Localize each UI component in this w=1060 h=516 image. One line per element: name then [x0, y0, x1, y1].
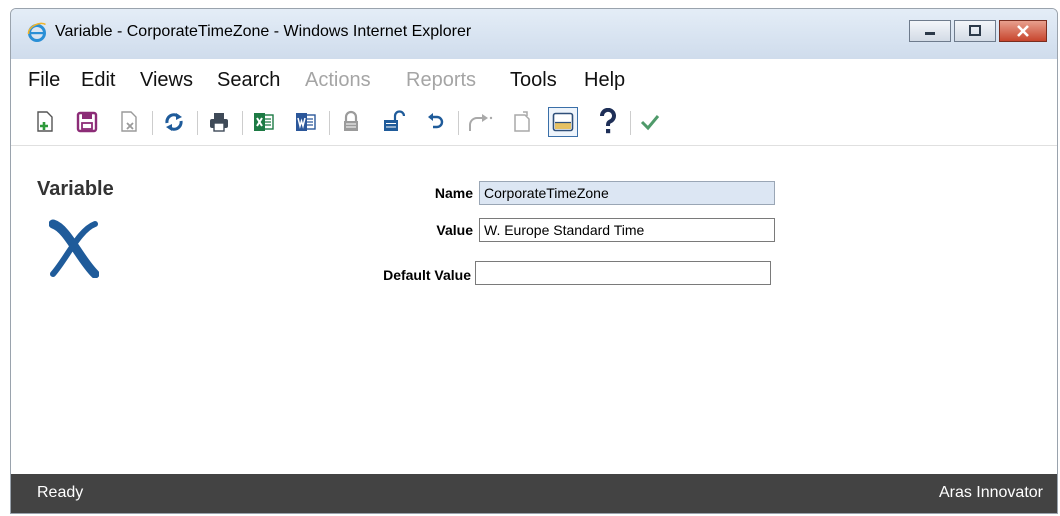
help-icon: [599, 108, 616, 134]
word-icon: [296, 113, 316, 131]
delete-icon: [121, 111, 137, 132]
lock-button[interactable]: [336, 107, 366, 137]
browser-window: Variable - CorporateTimeZone - Windows I…: [10, 8, 1058, 514]
delete-button[interactable]: [114, 107, 144, 137]
maximize-icon: [969, 25, 981, 36]
menu-actions[interactable]: Actions: [305, 69, 371, 92]
maximize-button[interactable]: [954, 20, 996, 42]
menu-reports[interactable]: Reports: [406, 69, 476, 92]
unlock-button[interactable]: [378, 107, 408, 137]
status-bar: Ready Aras Innovator: [11, 474, 1057, 513]
print-icon: [210, 113, 228, 132]
value-label: Value: [436, 222, 473, 238]
toolbar-separator: [197, 111, 198, 135]
new-icon: [37, 111, 53, 132]
form-title: Variable: [37, 178, 114, 200]
toolbar: [11, 101, 1057, 146]
menu-search[interactable]: Search: [217, 69, 280, 92]
menu-help[interactable]: Help: [584, 69, 625, 92]
window-controls: [909, 20, 1047, 42]
layout-toggle-button[interactable]: [548, 107, 578, 137]
excel-icon: [254, 113, 274, 131]
default-value-label: Default Value: [383, 267, 471, 283]
redo-icon: [469, 114, 493, 131]
help-button[interactable]: [593, 107, 623, 137]
undo-button[interactable]: [420, 107, 450, 137]
close-button[interactable]: [999, 20, 1047, 42]
minimize-icon: [925, 32, 935, 35]
toolbar-separator: [329, 111, 330, 135]
toolbar-separator: [152, 111, 153, 135]
done-icon: [640, 115, 660, 131]
window-title: Variable - CorporateTimeZone - Windows I…: [55, 23, 472, 40]
minimize-button[interactable]: [909, 20, 951, 42]
menu-edit[interactable]: Edit: [81, 69, 115, 92]
menu-bar: File Edit Views Search Actions Reports T…: [11, 59, 1057, 101]
menu-tools[interactable]: Tools: [510, 69, 557, 92]
default-value-field[interactable]: [475, 261, 771, 285]
close-icon: [1017, 25, 1029, 37]
internet-explorer-icon: [27, 22, 46, 42]
name-label: Name: [434, 185, 473, 201]
print-button[interactable]: [204, 107, 234, 137]
value-field[interactable]: [479, 218, 775, 242]
new-button[interactable]: [30, 107, 60, 137]
toolbar-separator: [630, 111, 631, 135]
status-text: Ready: [37, 484, 84, 501]
variable-x-icon: [49, 219, 99, 278]
layout-icon: [552, 112, 574, 132]
refresh-button[interactable]: [159, 107, 189, 137]
lock-icon: [344, 110, 358, 131]
export-word-button[interactable]: [291, 107, 321, 137]
form-content: Variable Name Value Default Value: [11, 146, 1057, 474]
save-icon: [76, 111, 98, 133]
title-bar: Variable - CorporateTimeZone - Windows I…: [11, 9, 1057, 59]
toolbar-separator: [242, 111, 243, 135]
version-button[interactable]: [507, 107, 537, 137]
menu-views[interactable]: Views: [140, 69, 193, 92]
version-icon: [514, 111, 530, 132]
promote-button[interactable]: [465, 107, 495, 137]
done-button[interactable]: [635, 107, 665, 137]
toolbar-separator: [458, 111, 459, 135]
unlock-icon: [384, 110, 405, 131]
name-field[interactable]: [479, 181, 775, 205]
undo-icon: [428, 113, 444, 129]
save-button[interactable]: [72, 107, 102, 137]
menu-file[interactable]: File: [28, 69, 60, 92]
refresh-icon: [165, 113, 183, 131]
status-product-name: Aras Innovator: [938, 484, 1043, 501]
export-excel-button[interactable]: [249, 107, 279, 137]
